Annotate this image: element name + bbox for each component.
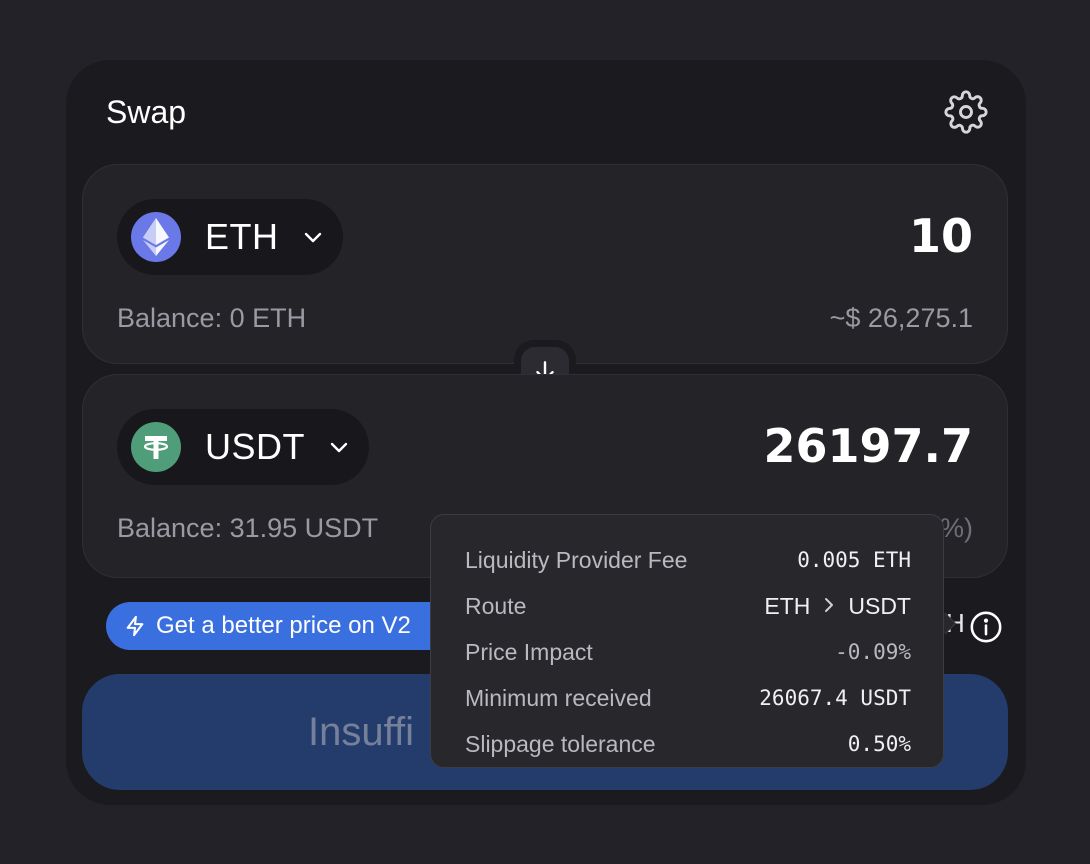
route-from: ETH xyxy=(764,592,811,619)
lightning-icon xyxy=(126,615,144,637)
to-amount-input[interactable]: 26197.7 xyxy=(763,419,973,473)
to-token-label: USDT xyxy=(205,426,305,467)
from-token-selector[interactable]: ETH xyxy=(117,199,343,275)
to-usd-value: %) xyxy=(940,513,973,543)
minimum-value: 26067.4 USDT xyxy=(759,686,911,710)
detail-row-minimum: Minimum received 26067.4 USDT xyxy=(465,675,911,721)
to-balance: Balance: 31.95 USDT xyxy=(117,513,379,543)
from-balance: Balance: 0 ETH xyxy=(117,303,307,333)
detail-row-fee: Liquidity Provider Fee 0.005 ETH xyxy=(465,537,911,583)
slippage-label: Slippage tolerance xyxy=(465,730,656,757)
route-label: Route xyxy=(465,592,527,619)
to-token-selector[interactable]: USDT xyxy=(117,409,369,485)
detail-row-route: Route ETH USDT xyxy=(465,583,911,629)
usdt-icon xyxy=(131,422,181,472)
swap-details-tooltip: Liquidity Provider Fee 0.005 ETH Route E… xyxy=(430,514,944,768)
chevron-down-icon xyxy=(330,442,348,453)
route-value: ETH USDT xyxy=(764,593,911,620)
from-usd-value: ~$ 26,275.1 xyxy=(829,303,973,333)
impact-value: -0.09% xyxy=(835,640,911,664)
detail-row-impact: Price Impact -0.09% xyxy=(465,629,911,675)
impact-label: Price Impact xyxy=(465,638,593,665)
detail-row-slippage: Slippage tolerance 0.50% xyxy=(465,721,911,767)
minimum-label: Minimum received xyxy=(465,684,652,711)
from-panel: ETH 10 Balance: 0 ETH ~$ 26,275.1 xyxy=(82,164,1008,364)
fee-value: 0.005 ETH xyxy=(797,548,911,572)
gear-icon[interactable] xyxy=(944,90,988,134)
from-token-label: ETH xyxy=(205,216,279,257)
from-amount-input[interactable]: 10 xyxy=(909,209,973,263)
chevron-right-icon xyxy=(822,594,836,618)
chevron-down-icon xyxy=(304,232,321,243)
eth-icon xyxy=(131,212,181,262)
info-icon[interactable] xyxy=(969,610,1003,644)
v2-banner-label: Get a better price on V2 xyxy=(156,612,411,639)
route-to: USDT xyxy=(848,592,911,619)
slippage-value: 0.50% xyxy=(847,732,911,756)
page-title: Swap xyxy=(106,94,187,130)
fee-label: Liquidity Provider Fee xyxy=(465,546,688,573)
